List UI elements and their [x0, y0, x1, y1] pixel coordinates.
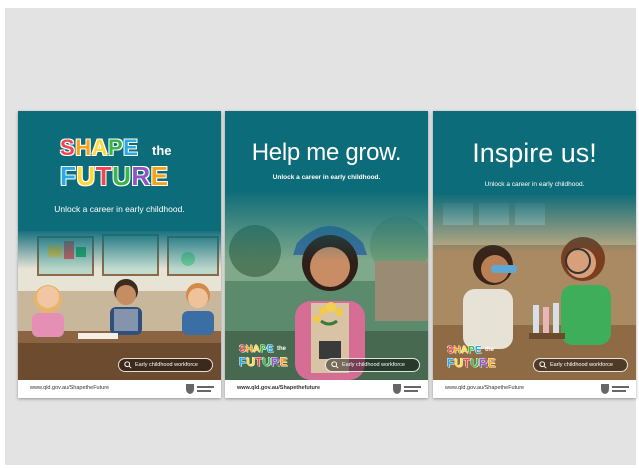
poster-tagline: Unlock a career in early childhood.: [54, 204, 185, 214]
crest-shield-icon: [186, 384, 194, 394]
crest-wordmark: [197, 390, 211, 392]
logo-word-future: FUTURE: [239, 355, 288, 369]
logo-word-shape: SHAPE: [447, 345, 481, 356]
poster-tagline: Unlock a career in early childhood.: [272, 174, 381, 181]
footer-url[interactable]: www.qld.gov.au/ShapetheFuture: [30, 385, 109, 391]
logo-letter: E: [474, 345, 482, 356]
logo-letter: U: [470, 356, 480, 370]
logo-word-shape: SHAPE: [60, 135, 138, 161]
poster-footer: www.qld.gov.au/Shapethefuture: [225, 380, 428, 398]
logo-letter: E: [487, 356, 496, 370]
logo-word-the: the: [152, 143, 172, 158]
search-pill[interactable]: Early childhood workforce: [118, 358, 213, 372]
poster-help-me-grow: Help me grow. Unlock a career in early c…: [225, 111, 428, 398]
footer-url[interactable]: www.qld.gov.au/Shapethefuture: [237, 385, 320, 391]
magnifier-icon: [331, 361, 339, 369]
photo-fade: [433, 193, 636, 253]
search-pill-label: Early childhood workforce: [135, 362, 198, 368]
shape-the-future-logo: SHAPE the FUTURE: [447, 345, 507, 371]
logo-letter: S: [447, 345, 454, 356]
poster-inspire-us: Inspire us! Unlock a career in early chi…: [433, 111, 636, 398]
poster-footer: www.qld.gov.au/ShapetheFuture: [433, 380, 636, 398]
logo-letter: P: [107, 135, 124, 160]
crest-shield-icon: [393, 384, 401, 394]
footer-url[interactable]: www.qld.gov.au/ShapetheFuture: [445, 385, 524, 391]
shape-the-future-logo: SHAPE the FUTURE: [58, 135, 188, 195]
logo-word-future: FUTURE: [447, 356, 496, 370]
queensland-government-crest-icon: [392, 383, 422, 395]
crest-wordmark: [404, 390, 418, 392]
logo-letter: R: [131, 161, 151, 191]
logo-word-shape: SHAPE: [239, 344, 273, 355]
logo-letter: U: [112, 161, 132, 191]
poster-footer: www.qld.gov.au/ShapetheFuture: [18, 380, 221, 398]
logo-word-the: the: [277, 346, 286, 352]
logo-letter: U: [246, 355, 256, 369]
logo-letter: P: [468, 345, 475, 356]
logo-letter: E: [279, 355, 288, 369]
logo-letter: U: [454, 356, 464, 370]
logo-letter: R: [271, 355, 280, 369]
poster-shape-the-future: SHAPE the FUTURE Unlock a career in earl…: [18, 111, 221, 398]
logo-word-future: FUTURE: [60, 161, 168, 192]
search-pill-label: Early childhood workforce: [550, 362, 613, 368]
logo-letter: T: [95, 161, 113, 191]
logo-letter: A: [91, 135, 108, 160]
logo-letter: S: [239, 344, 246, 355]
search-pill-label: Early childhood workforce: [342, 362, 405, 368]
photo-fade: [225, 191, 428, 261]
magnifier-icon: [124, 361, 132, 369]
logo-letter: F: [60, 161, 77, 191]
search-pill[interactable]: Early childhood workforce: [325, 358, 420, 372]
search-pill[interactable]: Early childhood workforce: [533, 358, 628, 372]
logo-letter: E: [266, 344, 274, 355]
poster-headline: Inspire us!: [472, 138, 597, 168]
logo-letter: U: [76, 161, 96, 191]
crest-shield-icon: [601, 384, 609, 394]
logo-letter: E: [150, 161, 169, 191]
magnifier-icon: [539, 361, 547, 369]
crest-wordmark: [612, 386, 629, 388]
logo-letter: H: [245, 344, 253, 355]
logo-letter: U: [262, 355, 272, 369]
logo-letter: H: [75, 135, 92, 160]
queensland-government-crest-icon: [600, 383, 630, 395]
background-panel: SHAPE the FUTURE Unlock a career in earl…: [5, 8, 636, 465]
poster-headline: Help me grow.: [251, 139, 402, 166]
logo-letter: H: [453, 345, 461, 356]
logo-letter: R: [479, 356, 488, 370]
logo-letter: S: [60, 135, 76, 160]
logo-word-the: the: [485, 347, 494, 353]
crest-wordmark: [612, 390, 626, 392]
shape-the-future-logo: SHAPE the FUTURE: [239, 344, 299, 370]
crest-wordmark: [404, 386, 421, 388]
logo-letter: E: [123, 135, 139, 160]
poster-tagline: Unlock a career in early childhood.: [484, 181, 585, 188]
queensland-government-crest-icon: [185, 383, 215, 395]
crest-wordmark: [197, 386, 214, 388]
photo-fade: [18, 229, 221, 269]
logo-letter: P: [260, 344, 267, 355]
